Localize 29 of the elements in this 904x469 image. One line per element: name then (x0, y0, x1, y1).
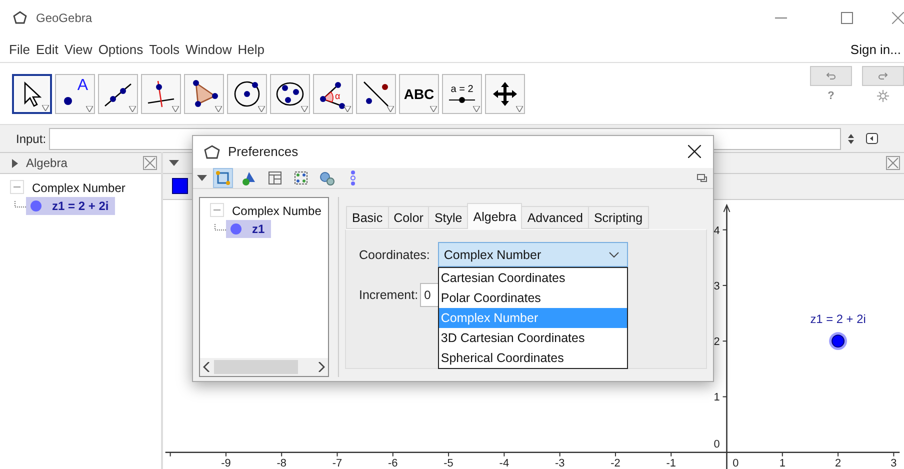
field-label: Coordinates: (359, 248, 430, 262)
axis-label: -6 (388, 457, 398, 469)
axis-label: -8 (276, 457, 286, 469)
panel-title: Algebra (26, 156, 68, 170)
axis-label: 2 (714, 336, 720, 348)
axis-label: -5 (444, 457, 454, 469)
axis-label: -4 (499, 457, 510, 469)
slider-tool-label: a = 2 (450, 84, 474, 94)
axis-label: -1 (666, 457, 676, 469)
alpha-label: α (335, 90, 340, 100)
axis-label: -7 (332, 457, 342, 469)
axis-label: 0 (714, 438, 720, 450)
point-label: z1 = 2 + 2i (810, 312, 866, 326)
window-title: GeoGebra (36, 11, 94, 25)
dialog-title: Preferences (228, 144, 300, 160)
axis-label: -2 (610, 457, 620, 469)
text-tool-label: ABC (404, 86, 434, 102)
axis-label: 4 (714, 224, 720, 236)
axis-label: -9 (221, 457, 231, 469)
axis-label: -3 (554, 457, 565, 469)
axis-label: 1 (779, 457, 786, 469)
field-label: Increment: (359, 288, 418, 302)
axis-label: 1 (714, 391, 720, 404)
point-label: A (77, 76, 88, 94)
input-label: Input: (16, 132, 46, 146)
axis-label: 2 (835, 457, 842, 469)
axis-label: 3 (890, 457, 897, 469)
axis-label: 0 (732, 457, 739, 469)
axis-label: 3 (714, 280, 720, 292)
